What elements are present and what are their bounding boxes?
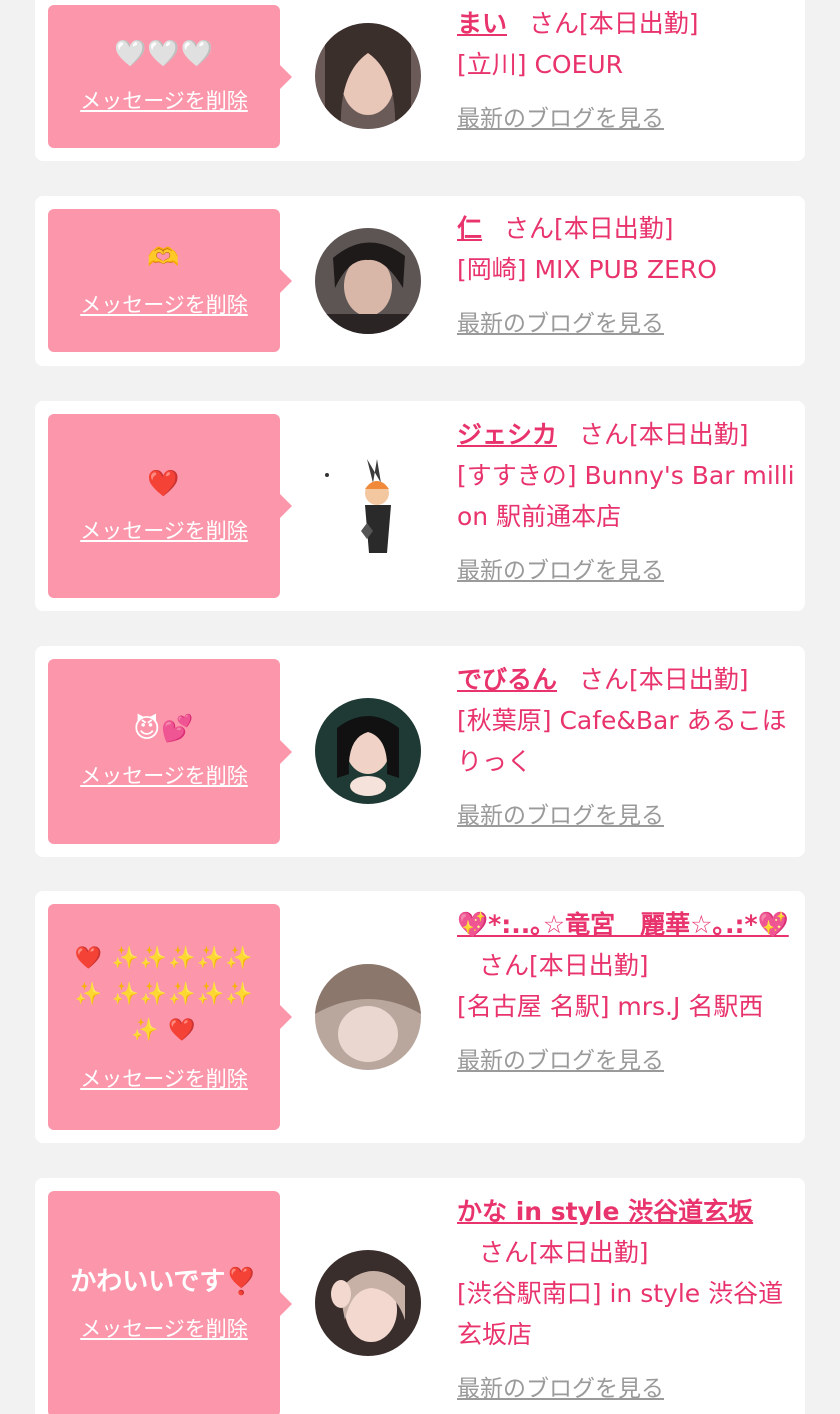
status-text: さん[本日出勤] bbox=[504, 214, 674, 243]
status-text: さん[本日出勤] bbox=[579, 420, 749, 449]
delete-message-link[interactable]: メッセージを削除 bbox=[80, 1313, 248, 1343]
message-bubble: ❤️ メッセージを削除 bbox=[48, 414, 292, 598]
delete-message-link[interactable]: メッセージを削除 bbox=[80, 1063, 248, 1093]
favorite-list: 🤍🤍🤍 メッセージを削除 まい さん[本日出勤] [立川] COEUR 最新のブロ… bbox=[0, 0, 840, 1414]
avatar[interactable] bbox=[315, 23, 421, 129]
cast-name-link[interactable]: ジェシカ bbox=[457, 420, 557, 449]
cast-info: 仁さん[本日出勤] [岡崎] MIX PUB ZERO 最新のブログを見る bbox=[457, 208, 797, 345]
message-bubble: 😈💕 メッセージを削除 bbox=[48, 659, 292, 844]
message-text: 🫶 bbox=[147, 243, 181, 273]
message-text: 🤍🤍🤍 bbox=[113, 39, 215, 69]
cast-name-link[interactable]: かな in style 渋谷道玄坂 bbox=[457, 1197, 753, 1226]
latest-blog-link[interactable]: 最新のブログを見る bbox=[457, 1369, 797, 1410]
shop-name: [岡崎] MIX PUB ZERO bbox=[457, 255, 717, 284]
delete-message-link[interactable]: メッセージを削除 bbox=[80, 289, 248, 319]
cast-info: ジェシカ さん[本日出勤] [すすきの] Bunny's Bar million … bbox=[457, 414, 797, 592]
shop-name: [渋谷駅南口] in style 渋谷道玄坂店 bbox=[457, 1279, 784, 1349]
message-bubble: ❤️ ✨✨✨✨✨✨ ✨✨✨✨✨✨ ❤️ メッセージを削除 bbox=[48, 904, 292, 1130]
cast-info: かな in style 渋谷道玄坂さん[本日出勤] [渋谷駅南口] in sty… bbox=[457, 1191, 797, 1410]
cast-info: まい さん[本日出勤] [立川] COEUR 最新のブログを見る bbox=[457, 3, 797, 140]
message-text: ❤️ ✨✨✨✨✨✨ ✨✨✨✨✨✨ ❤️ bbox=[74, 946, 254, 1043]
latest-blog-link[interactable]: 最新のブログを見る bbox=[457, 304, 797, 345]
favorite-card: 🫶 メッセージを削除 仁さん[本日出勤] [岡崎] MIX PUB ZERO 最… bbox=[35, 196, 805, 366]
message-bubble: かわいいです❣️ メッセージを削除 bbox=[48, 1191, 292, 1414]
cast-name-link[interactable]: 💖*:..｡☆竜宮 麗華☆｡.:*💖 bbox=[457, 910, 789, 939]
cast-info: 💖*:..｡☆竜宮 麗華☆｡.:*💖 さん[本日出勤] [名古屋 名駅] mrs.… bbox=[457, 904, 797, 1082]
message-text: かわいいです❣️ bbox=[70, 1266, 258, 1297]
profile-photo-icon bbox=[315, 1250, 421, 1356]
cast-name-link[interactable]: 仁 bbox=[457, 214, 482, 243]
profile-photo-icon bbox=[315, 23, 421, 129]
message-text: 😈💕 bbox=[133, 714, 195, 744]
profile-photo-icon bbox=[315, 964, 421, 1070]
latest-blog-link[interactable]: 最新のブログを見る bbox=[457, 99, 797, 140]
latest-blog-link[interactable]: 最新のブログを見る bbox=[457, 796, 797, 837]
shop-name: [名古屋 名駅] mrs.J 名駅西 bbox=[457, 992, 764, 1021]
favorite-card: 😈💕 メッセージを削除 でびるん さん[本日出勤] [秋葉原] Cafe&Bar … bbox=[35, 646, 805, 857]
cast-name-link[interactable]: でびるん bbox=[457, 665, 557, 694]
profile-photo-icon bbox=[315, 453, 421, 559]
avatar[interactable] bbox=[315, 228, 421, 334]
message-bubble: 🫶 メッセージを削除 bbox=[48, 209, 292, 352]
latest-blog-link[interactable]: 最新のブログを見る bbox=[457, 1041, 797, 1082]
delete-message-link[interactable]: メッセージを削除 bbox=[80, 515, 248, 545]
status-text: さん[本日出勤] bbox=[529, 9, 699, 38]
status-text: さん[本日出勤] bbox=[579, 665, 749, 694]
cast-info: でびるん さん[本日出勤] [秋葉原] Cafe&Bar あるこほりっく 最新のブ… bbox=[457, 659, 797, 837]
favorite-card: ❤️ メッセージを削除 ジェシカ さん[本日出勤] [すすきの] Bunny's … bbox=[35, 401, 805, 611]
avatar[interactable] bbox=[315, 453, 421, 559]
status-text: さん[本日出勤] bbox=[479, 1238, 649, 1267]
favorite-card: 🤍🤍🤍 メッセージを削除 まい さん[本日出勤] [立川] COEUR 最新のブロ… bbox=[35, 0, 805, 161]
status-text: さん[本日出勤] bbox=[479, 951, 649, 980]
shop-name: [秋葉原] Cafe&Bar あるこほりっく bbox=[457, 706, 787, 776]
avatar[interactable] bbox=[315, 698, 421, 804]
favorite-card: かわいいです❣️ メッセージを削除 かな in style 渋谷道玄坂さん[本日… bbox=[35, 1178, 805, 1414]
avatar[interactable] bbox=[315, 964, 421, 1070]
delete-message-link[interactable]: メッセージを削除 bbox=[80, 760, 248, 790]
message-bubble: 🤍🤍🤍 メッセージを削除 bbox=[48, 5, 292, 148]
shop-name: [立川] COEUR bbox=[457, 50, 624, 79]
message-text: ❤️ bbox=[147, 468, 181, 499]
delete-message-link[interactable]: メッセージを削除 bbox=[80, 85, 248, 115]
profile-photo-icon bbox=[315, 228, 421, 334]
favorite-card: ❤️ ✨✨✨✨✨✨ ✨✨✨✨✨✨ ❤️ メッセージを削除 💖*:..｡☆竜宮 麗… bbox=[35, 891, 805, 1143]
cast-name-link[interactable]: まい bbox=[457, 9, 507, 38]
shop-name: [すすきの] Bunny's Bar million 駅前通本店 bbox=[457, 461, 795, 531]
avatar[interactable] bbox=[315, 1250, 421, 1356]
latest-blog-link[interactable]: 最新のブログを見る bbox=[457, 551, 797, 592]
profile-photo-icon bbox=[315, 698, 421, 804]
